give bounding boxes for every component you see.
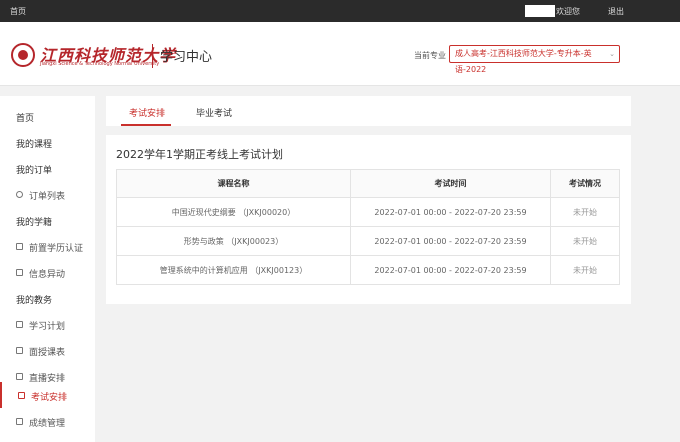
exam-status-cell: 未开始	[550, 255, 620, 285]
logout-link[interactable]: 退出	[608, 6, 624, 17]
table-header-row: 课程名称 考试时间 考试情况	[116, 169, 620, 198]
sidebar-item-label: 我的课程	[16, 140, 53, 150]
calendar-icon	[16, 373, 23, 380]
chevron-down-icon: ⌄	[609, 50, 615, 58]
table-row: 形势与政策 （JXKJ00023） 2022-07-01 00:00 - 202…	[116, 226, 620, 256]
university-logo-english: Jiangxi Science & Technology Normal Univ…	[40, 61, 160, 67]
university-seal-icon	[11, 43, 35, 67]
sidebar-item-prior-education[interactable]: 前置学历认证	[0, 233, 95, 259]
sidebar-item-my-courses[interactable]: 我的课程	[0, 129, 95, 155]
column-header-time: 考试时间	[350, 169, 551, 198]
tabs-bar: 考试安排 毕业考试	[106, 96, 631, 126]
header: 江西科技师范大学 Jiangxi Science & Technology No…	[0, 22, 680, 86]
edit-icon	[18, 392, 25, 399]
course-name-cell: 中国近现代史纲要 （JXKJ00020）	[116, 197, 351, 227]
home-link[interactable]: 首页	[10, 6, 26, 17]
sidebar-item-label: 首页	[16, 114, 35, 124]
sidebar-item-label: 考试安排	[31, 393, 68, 403]
course-name-cell: 形势与政策 （JXKJ00023）	[116, 226, 351, 256]
column-header-status: 考试情况	[550, 169, 620, 198]
table-row: 中国近现代史纲要 （JXKJ00020） 2022-07-01 00:00 - …	[116, 197, 620, 227]
sidebar-item-info-change[interactable]: 信息异动	[0, 259, 95, 285]
exam-status-cell: 未开始	[550, 197, 620, 227]
major-label: 当前专业	[414, 51, 446, 60]
sidebar-item-label: 我的订单	[16, 166, 53, 176]
sidebar-item-home[interactable]: 首页	[0, 103, 95, 129]
exam-time-cell: 2022-07-01 00:00 - 2022-07-20 23:59	[350, 255, 551, 285]
list-icon	[16, 321, 23, 328]
tab-exam-schedule[interactable]: 考试安排	[129, 106, 165, 119]
sidebar-item-label: 我的教务	[16, 296, 53, 306]
calendar-icon	[16, 347, 23, 354]
sidebar-item-label: 订单列表	[29, 192, 66, 202]
column-header-course: 课程名称	[116, 169, 351, 198]
sidebar-item-class-schedule[interactable]: 面授课表	[0, 337, 95, 363]
welcome-text: 欢迎您	[556, 7, 580, 16]
course-name-cell: 管理系统中的计算机应用 （JXKJ00123）	[116, 255, 351, 285]
exam-status-cell: 未开始	[550, 226, 620, 256]
sidebar-item-label: 前置学历认证	[29, 244, 84, 254]
sidebar-item-label: 信息异动	[29, 270, 66, 280]
exam-table: 课程名称 考试时间 考试情况 中国近现代史纲要 （JXKJ00020） 2022…	[116, 169, 620, 285]
username-box	[525, 5, 555, 17]
document-icon	[16, 269, 23, 276]
tab-graduation-exam[interactable]: 毕业考试	[196, 106, 232, 119]
major-select-value: 成人高考-江西科技师范大学-专升本-英语-2022	[455, 49, 592, 74]
exam-time-cell: 2022-07-01 00:00 - 2022-07-20 23:59	[350, 197, 551, 227]
document-icon	[16, 243, 23, 250]
top-bar: 首页 欢迎您 退出	[0, 0, 680, 22]
sidebar-section-my-status[interactable]: 我的学籍	[0, 207, 95, 233]
sidebar-item-label: 面授课表	[29, 348, 66, 358]
sidebar-item-study-plan[interactable]: 学习计划	[0, 311, 95, 337]
page-title: 学习中心	[160, 50, 213, 65]
sidebar-item-label: 学习计划	[29, 322, 66, 332]
grid-icon	[16, 418, 23, 425]
sidebar-item-label: 我的学籍	[16, 218, 53, 228]
sidebar-item-order-list[interactable]: 订单列表	[0, 181, 95, 207]
logo-divider	[152, 44, 153, 68]
exam-time-cell: 2022-07-01 00:00 - 2022-07-20 23:59	[350, 226, 551, 256]
sidebar: 首页 我的课程 我的订单 订单列表 我的学籍 前置学历认证 信息异动 我的教务 …	[0, 96, 95, 442]
major-select[interactable]: 成人高考-江西科技师范大学-专升本-英语-2022 ⌄	[449, 45, 620, 74]
sidebar-item-exam-schedule[interactable]: 考试安排	[0, 382, 95, 408]
sidebar-section-my-academics[interactable]: 我的教务	[0, 285, 95, 311]
sidebar-item-label: 成绩管理	[29, 419, 66, 429]
sidebar-item-grade-management[interactable]: 成绩管理	[0, 408, 95, 434]
table-row: 管理系统中的计算机应用 （JXKJ00123） 2022-07-01 00:00…	[116, 255, 620, 285]
active-tab-indicator	[121, 124, 171, 126]
sidebar-section-my-orders[interactable]: 我的订单	[0, 155, 95, 181]
clock-icon	[16, 191, 23, 198]
exam-plan-card: 2022学年1学期正考线上考试计划 课程名称 考试时间 考试情况 中国近现代史纲…	[106, 135, 631, 304]
exam-plan-title: 2022学年1学期正考线上考试计划	[116, 148, 283, 161]
